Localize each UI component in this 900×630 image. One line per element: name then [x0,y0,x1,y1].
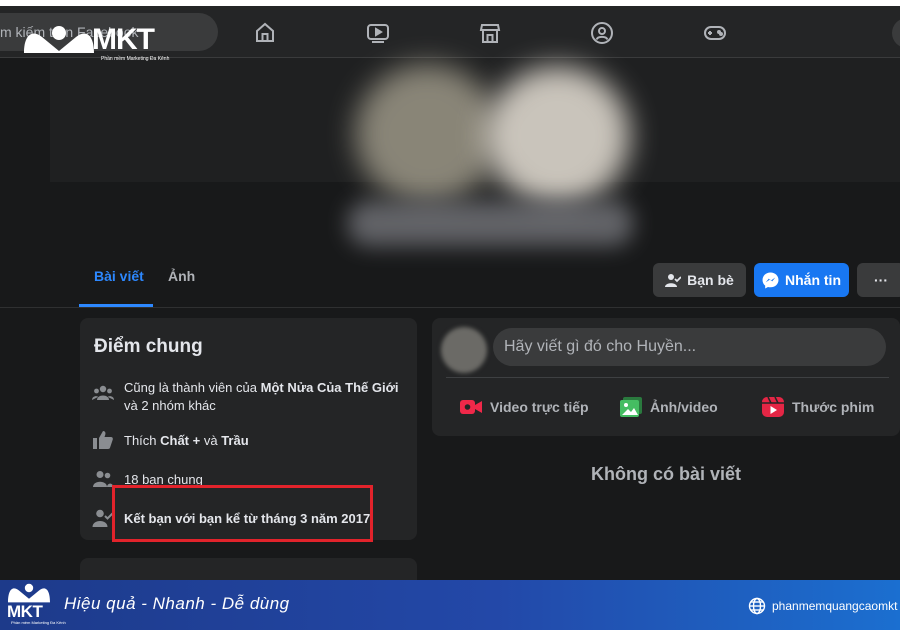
video-icon[interactable] [364,19,392,47]
mutual-friends-icon [92,469,114,489]
live-video-label: Video trực tiếp [490,399,589,415]
live-video-button[interactable]: Video trực tiếp [459,394,589,420]
reels-label: Thước phim [792,399,875,415]
intro-row-groups: Cũng là thành viên của Một Nửa Của Thế G… [124,379,409,415]
empty-feed-message: Không có bài viết [590,464,741,484]
avatar[interactable] [441,327,487,373]
photo-video-label: Ảnh/video [650,399,718,415]
more-options-label: ··· [874,272,888,288]
messenger-icon [762,272,779,288]
mkt-logo-wordmark: MKT [92,23,155,56]
mkt-banner-wordmark: MKT [7,602,43,621]
more-options-button[interactable]: ··· [857,263,900,297]
profile-photo-blurred [355,64,500,204]
mkt-logo-icon [24,26,94,53]
profile-name-blurred [348,201,633,246]
globe-icon [748,597,766,615]
likes-row-conjunction: và [203,433,222,448]
mkt-banner-tagline: Phần mềm Marketing Đa Kênh [11,620,66,625]
groups-row-prefix: Cũng là thành viên của [124,380,261,395]
likes-row-prefix: Thích [124,433,161,448]
mkt-logo-watermark: MKT Phần mềm Marketing Đa Kênh [22,23,182,65]
liked-page-2[interactable]: Trầu [221,433,248,448]
friend-since-icon [92,508,114,528]
message-button[interactable]: Nhắn tin [754,263,849,297]
photo-video-button[interactable]: Ảnh/video [619,394,718,420]
tab-posts[interactable]: Bài viết [94,268,144,284]
mkt-logo-tagline: Phần mềm Marketing Đa Kênh [101,56,170,62]
marketplace-icon[interactable] [476,19,504,47]
mkt-logo-banner: MKT Phần mềm Marketing Đa Kênh [3,582,66,626]
reels-icon [762,396,784,417]
friends-button[interactable]: Bạn bè [653,263,746,297]
intro-row-likes: Thích Chất + và Trầu [124,432,249,450]
banner-website[interactable]: phanmemquangcaomkt [748,597,897,615]
composer-placeholder: Hãy viết gì đó cho Huyền... [504,338,697,355]
in-common-title: Điểm chung [94,336,203,357]
like-icon [92,430,114,450]
banner-website-text: phanmemquangcaomkt [772,599,898,613]
groups-icon [92,383,114,403]
highlight-box [112,485,373,542]
photos-card [80,558,417,580]
reels-button[interactable]: Thước phim [761,394,874,420]
photo-icon [620,397,642,417]
group-name[interactable]: Một Nửa Của Thế Giới [261,380,399,395]
live-video-icon [460,400,482,414]
section-divider [0,307,900,308]
friend-check-icon [665,274,682,287]
friends-button-label: Bạn bè [687,272,734,288]
post-composer-input[interactable]: Hãy viết gì đó cho Huyền... [493,328,886,366]
facebook-profile-window: m kiếm trên Facebook Bài viết Ảnh Bạn bè… [0,6,900,580]
menu-button[interactable] [892,18,900,48]
groups-row-suffix: và 2 nhóm khác [124,398,216,413]
banner-slogan: Hiệu quả - Nhanh - Dễ dùng [64,594,290,613]
groups-icon[interactable] [588,19,616,47]
message-button-label: Nhắn tin [785,272,841,288]
liked-page-1[interactable]: Chất + [160,433,204,448]
gaming-icon[interactable] [701,19,729,47]
home-icon[interactable] [251,19,279,47]
profile-photo-blurred-right [485,66,630,206]
composer-divider [446,377,889,378]
tab-photos[interactable]: Ảnh [168,268,195,284]
